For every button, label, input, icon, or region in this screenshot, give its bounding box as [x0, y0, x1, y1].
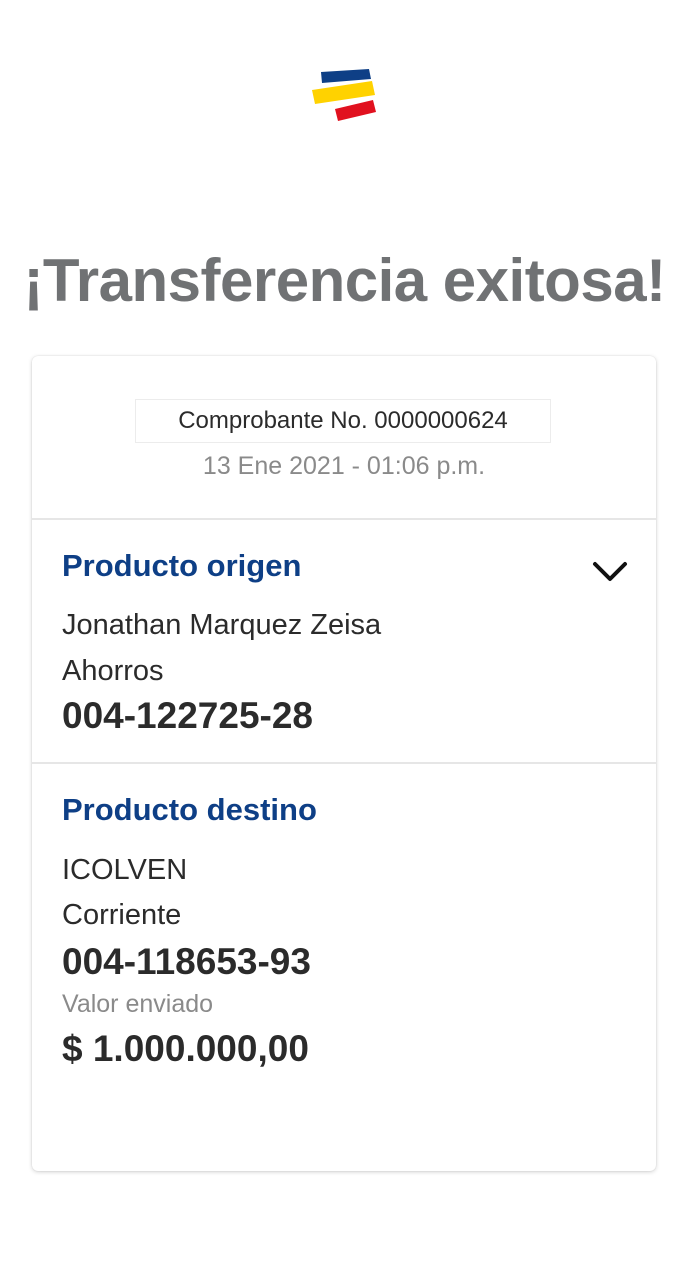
- destination-account-type: Corriente: [62, 899, 182, 931]
- origin-product-title: Producto origen: [62, 548, 302, 583]
- transfer-success-screen: ¡Transferencia exitosa! Comprobante No. …: [0, 0, 689, 1280]
- page-title: ¡Transferencia exitosa!: [23, 247, 666, 314]
- destination-account-number: 004-118653-93: [62, 941, 311, 982]
- origin-product-section: Producto origen Jonathan Marquez Zeisa A…: [32, 520, 656, 764]
- destination-holder-name: ICOLVEN: [62, 854, 188, 886]
- receipt-number: Comprobante No. 0000000624: [135, 399, 551, 443]
- chevron-down-icon[interactable]: [592, 560, 628, 584]
- receipt-header: Comprobante No. 0000000624 13 Ene 2021 -…: [32, 356, 656, 520]
- origin-account-number: 004-122725-28: [62, 695, 313, 736]
- destination-product-title: Producto destino: [62, 792, 317, 827]
- origin-account-type: Ahorros: [62, 655, 164, 687]
- origin-holder-name: Jonathan Marquez Zeisa: [62, 609, 382, 641]
- destination-product-section: Producto destino ICOLVEN Corriente 004-1…: [32, 764, 656, 1171]
- receipt-date: 13 Ene 2021 - 01:06 p.m.: [202, 452, 486, 480]
- sent-value-amount: $ 1.000.000,00: [62, 1028, 309, 1069]
- bank-flag-logo-icon: [312, 69, 376, 121]
- sent-value-label: Valor enviado: [62, 990, 214, 1018]
- transfer-receipt-card: Comprobante No. 0000000624 13 Ene 2021 -…: [32, 356, 656, 1171]
